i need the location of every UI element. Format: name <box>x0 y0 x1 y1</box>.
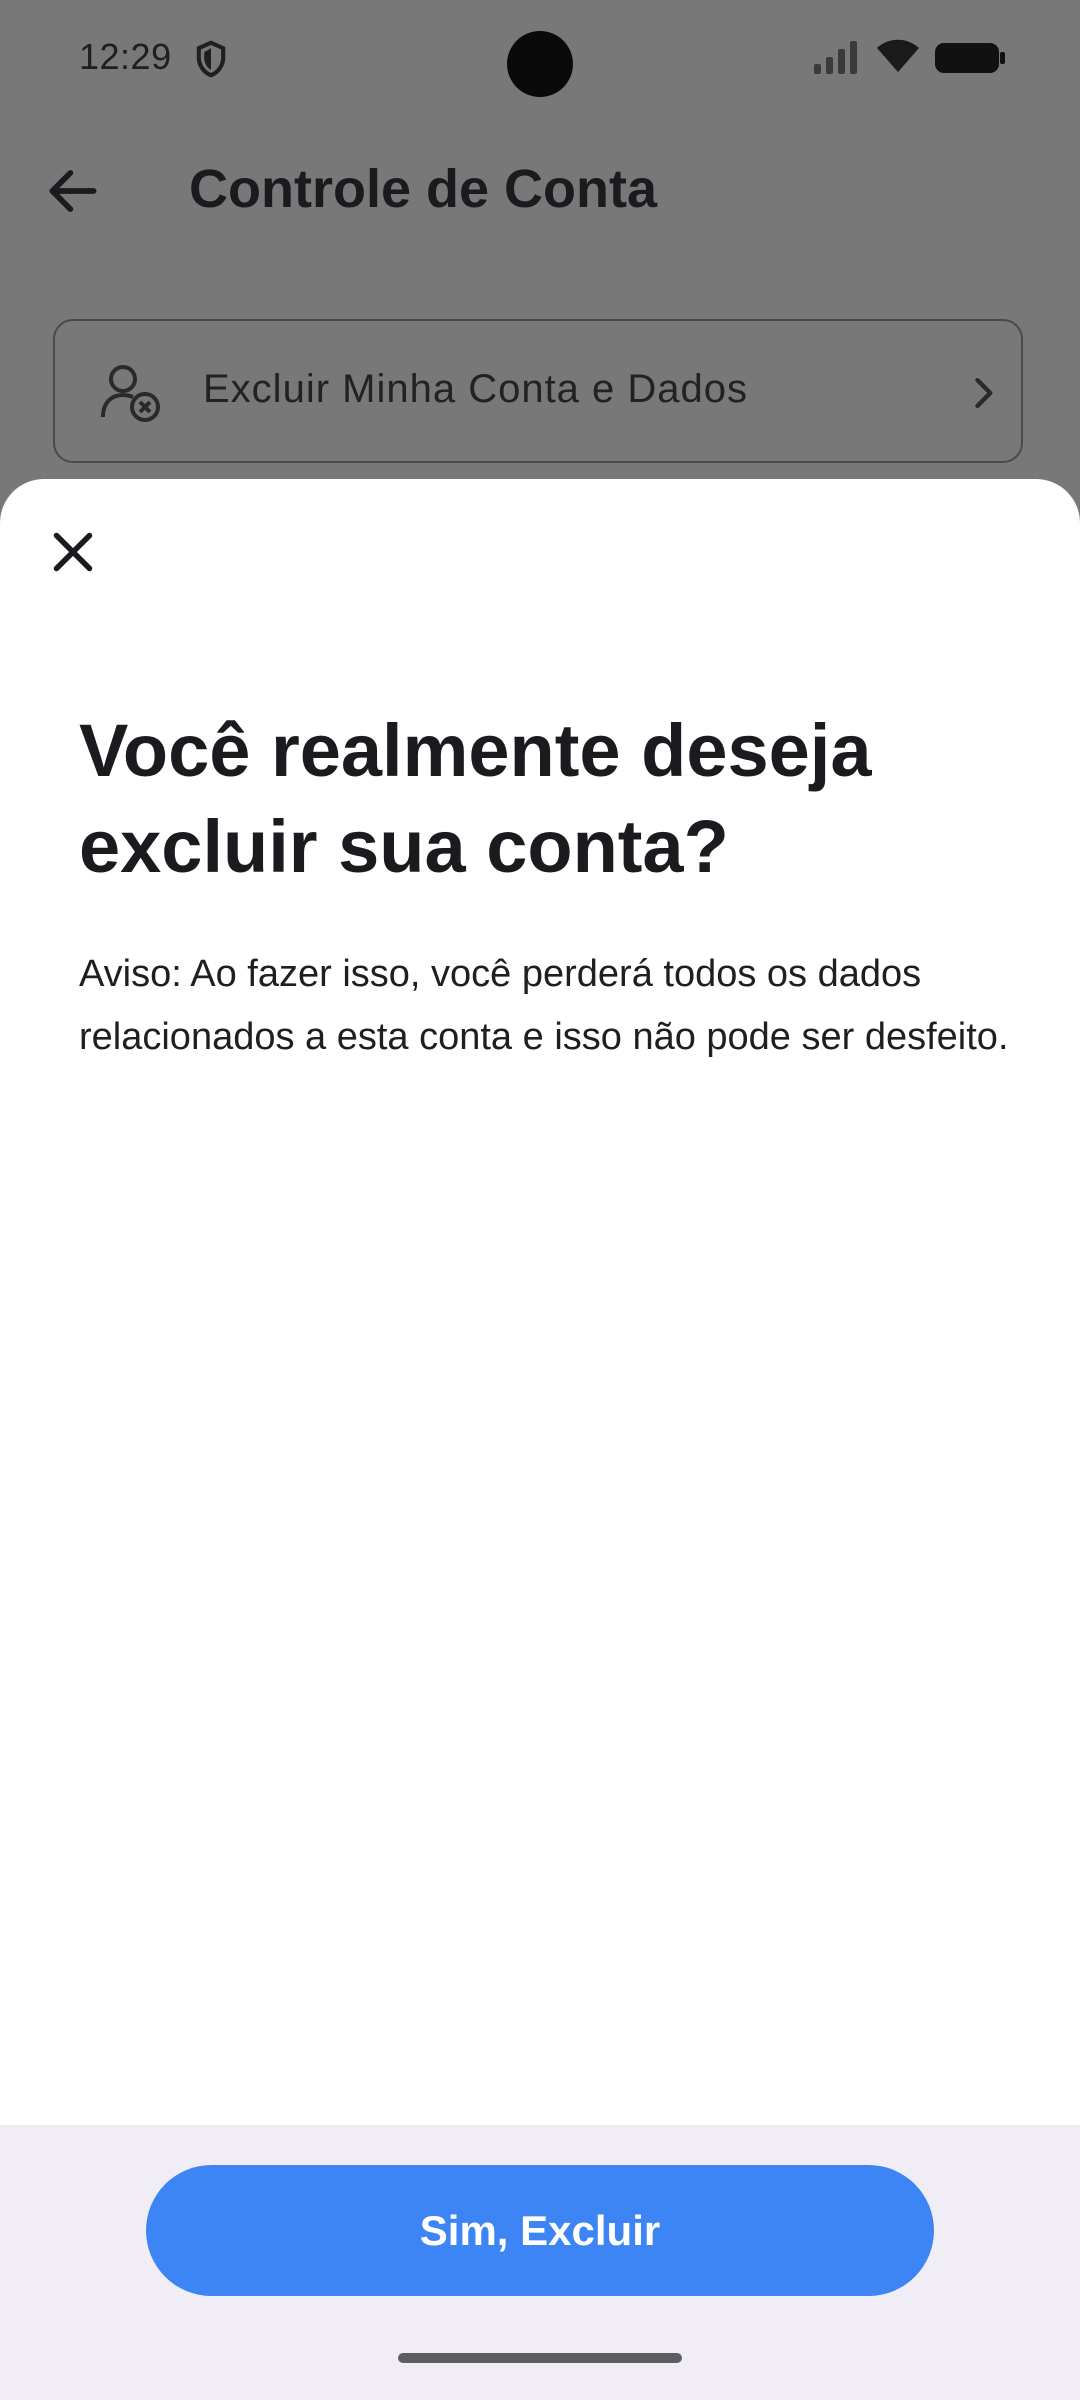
delete-account-label: Excluir Minha Conta e Dados <box>203 367 749 411</box>
delete-account-item[interactable]: Excluir Minha Conta e Dados <box>53 319 1023 463</box>
shield-icon <box>196 40 226 78</box>
status-time: 12:29 <box>79 36 172 77</box>
dialog-footer: Sim, Excluir <box>0 2125 1080 2400</box>
battery-icon <box>935 43 1005 73</box>
home-indicator[interactable] <box>398 2353 682 2363</box>
status-bar: 12:29 <box>0 0 1080 118</box>
user-remove-icon <box>101 365 160 422</box>
dialog-title: Você realmente deseja excluir sua conta? <box>79 709 872 888</box>
arrow-left-icon[interactable] <box>42 160 104 222</box>
wifi-icon <box>877 39 919 72</box>
confirm-delete-button[interactable]: Sim, Excluir <box>146 2165 934 2296</box>
front-camera <box>507 31 573 97</box>
dialog-warning-text: Aviso: Ao fazer isso, você perderá todos… <box>79 953 1009 1058</box>
app-bar: Controle de Conta <box>0 130 1080 250</box>
page-title: Controle de Conta <box>189 159 657 219</box>
close-icon[interactable] <box>40 519 106 585</box>
delete-account-dialog: Você realmente deseja excluir sua conta?… <box>0 479 1080 2400</box>
chevron-right-icon <box>975 377 993 409</box>
cellular-signal-icon <box>814 41 857 74</box>
